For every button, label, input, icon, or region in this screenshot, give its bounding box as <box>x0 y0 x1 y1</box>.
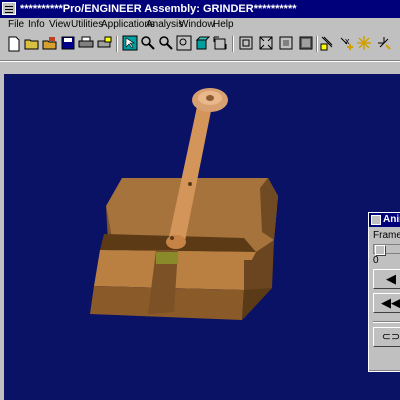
toolbar-divider <box>0 60 400 62</box>
menu-analysis[interactable]: Analysis <box>146 18 183 32</box>
sketch-icon[interactable] <box>356 35 372 53</box>
system-menu-icon[interactable] <box>2 2 16 15</box>
coordinate-system-icon[interactable] <box>298 35 314 53</box>
dialog-divider <box>373 321 400 323</box>
menu-view[interactable]: View <box>49 18 71 32</box>
regenerate-icon[interactable]: x <box>338 35 354 53</box>
play-backward-button[interactable]: ◀ <box>373 269 400 289</box>
slider-block <box>156 252 178 264</box>
datum-point-icon[interactable] <box>278 35 294 53</box>
zoom-in-icon[interactable] <box>140 35 156 53</box>
select-icon[interactable] <box>122 35 138 53</box>
refit-icon[interactable] <box>176 35 192 53</box>
display-icon[interactable] <box>320 35 336 53</box>
base-rear-side <box>260 178 278 240</box>
window-title-bar[interactable]: **********Pro/ENGINEER Assembly: GRINDER… <box>0 0 400 18</box>
frame-slider[interactable] <box>373 244 400 255</box>
datum-plane-icon[interactable] <box>238 35 254 53</box>
menu-info[interactable]: Info <box>28 18 45 32</box>
new-icon[interactable] <box>6 35 22 53</box>
arm-lower-end <box>166 235 186 249</box>
animation-title-bar[interactable]: Anim <box>369 213 400 227</box>
print-icon[interactable] <box>78 35 94 53</box>
zoom-out-icon[interactable] <box>158 35 174 53</box>
menu-help[interactable]: Help <box>213 18 234 32</box>
datum-axis-icon[interactable] <box>258 35 274 53</box>
orient-icon[interactable] <box>194 35 211 53</box>
animation-title: Anim <box>383 214 400 225</box>
animation-dialog: Anim Frame 0 ◀ ◀◀ ⊂⊃ <box>368 212 400 372</box>
menu-utilities[interactable]: Utilities <box>71 18 103 32</box>
spin-icon[interactable] <box>212 35 228 53</box>
save-icon[interactable] <box>60 35 76 53</box>
toolbar: x <box>0 33 400 57</box>
arm-pin-lower <box>170 236 174 240</box>
open-folder-icon[interactable] <box>42 35 58 53</box>
print-setup-icon[interactable] <box>96 35 112 53</box>
loop-button[interactable]: ⊂⊃ <box>373 327 400 347</box>
datum-icon[interactable] <box>376 35 392 53</box>
graphics-window[interactable] <box>4 74 400 400</box>
dialog-menu-icon[interactable] <box>371 215 381 225</box>
menu-bar: File Info View Utilities Applications An… <box>0 18 400 32</box>
rewind-button[interactable]: ◀◀ <box>373 293 400 313</box>
grinder-model <box>90 88 278 320</box>
open-icon[interactable] <box>24 35 40 53</box>
frame-label: Frame <box>373 230 400 241</box>
menu-window[interactable]: Window <box>179 18 215 32</box>
window-title: **********Pro/ENGINEER Assembly: GRINDER… <box>20 3 297 15</box>
frame-slider-thumb[interactable] <box>375 245 385 255</box>
frame-value: 0 <box>373 255 379 266</box>
crank-pin <box>206 95 214 101</box>
menu-file[interactable]: File <box>8 18 24 32</box>
arm-pin-mid <box>188 182 192 186</box>
